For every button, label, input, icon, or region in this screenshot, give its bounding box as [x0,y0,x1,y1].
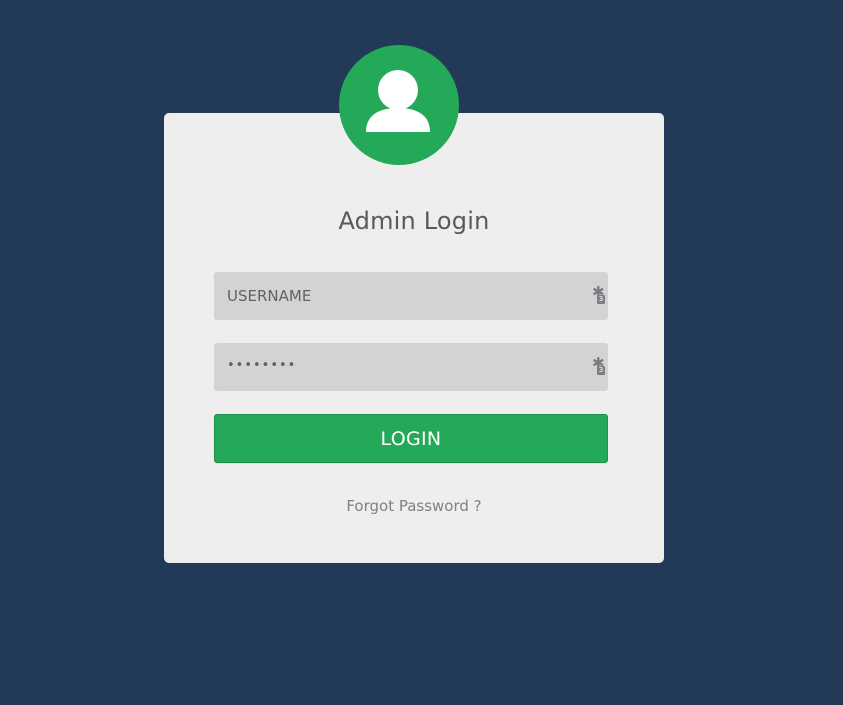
password-manager-count: 3 [597,295,605,304]
login-page: Admin Login USERNAME ✱ 3 •••••••• ✱ 3 LO… [0,0,843,705]
forgot-password-link[interactable]: Forgot Password ? [164,497,664,515]
password-manager-icon[interactable]: ✱ 3 [592,355,606,375]
password-value: •••••••• [227,358,297,373]
password-field[interactable]: •••••••• ✱ 3 [214,343,608,391]
login-card: Admin Login USERNAME ✱ 3 •••••••• ✱ 3 LO… [164,113,664,563]
user-icon [366,70,430,132]
username-placeholder: USERNAME [227,287,312,305]
username-field[interactable]: USERNAME ✱ 3 [214,272,608,320]
login-button[interactable]: LOGIN [214,414,608,463]
password-manager-icon[interactable]: ✱ 3 [592,284,606,304]
avatar [339,45,459,165]
password-manager-count: 3 [597,366,605,375]
login-title: Admin Login [338,207,490,235]
